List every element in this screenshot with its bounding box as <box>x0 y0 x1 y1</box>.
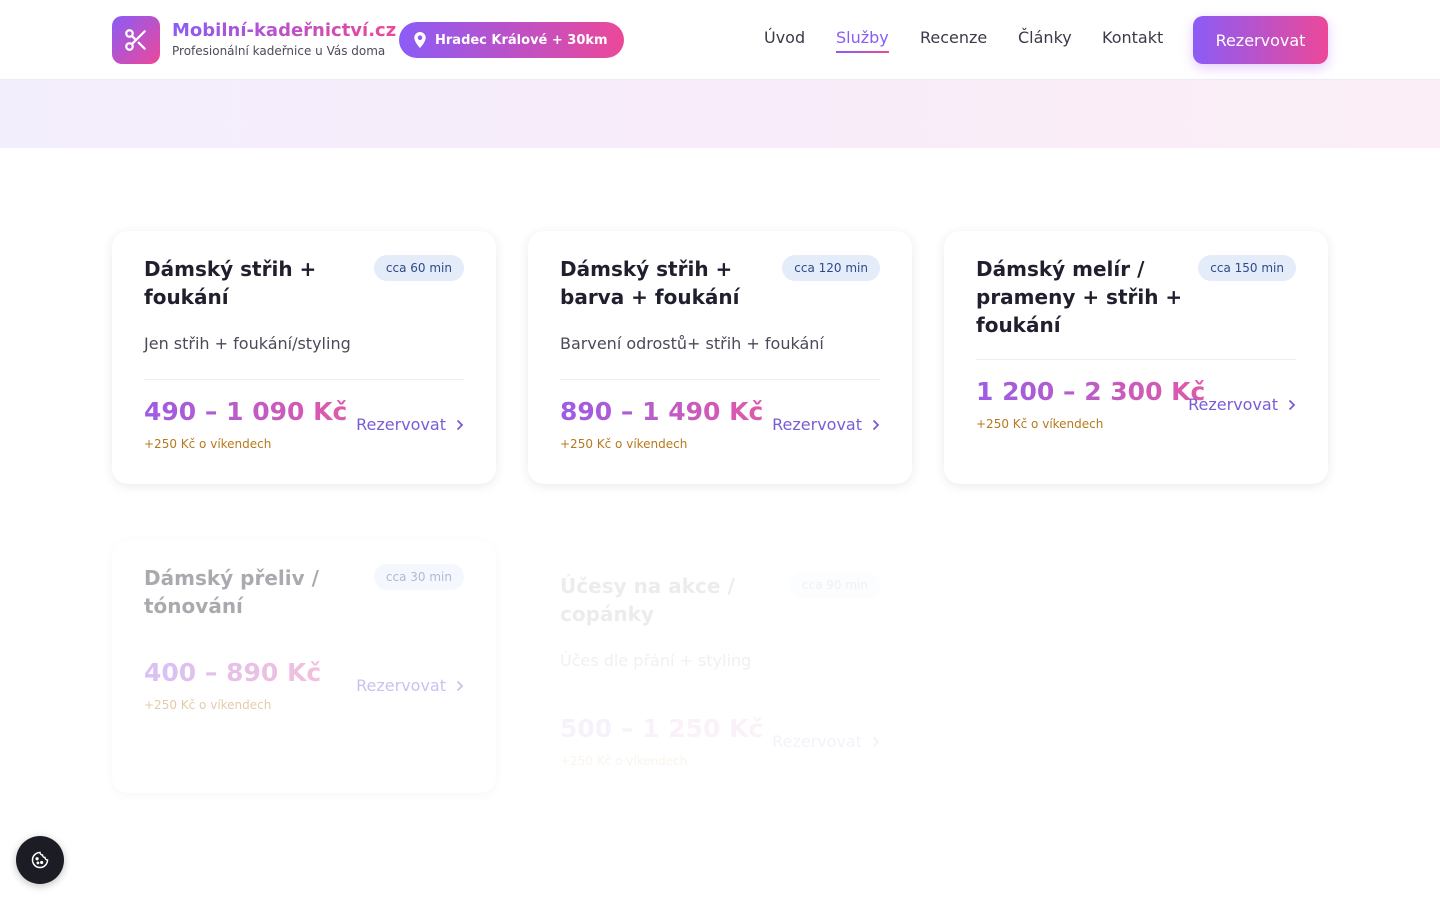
service-card: Dámský přeliv / tónování cca 30 min 400 … <box>112 540 496 793</box>
site-header: Mobilní-kadeřnictví.cz Profesionální kad… <box>0 0 1440 80</box>
card-divider <box>144 379 464 380</box>
chevron-right-icon <box>1288 399 1296 410</box>
nav-clanky[interactable]: Články <box>1018 28 1072 47</box>
book-label: Rezervovat <box>772 415 862 434</box>
service-card: Dámský melír / prameny + střih + foukání… <box>944 231 1328 484</box>
card-divider <box>976 359 1296 360</box>
book-service-link[interactable]: Rezervovat <box>356 415 464 434</box>
card-divider <box>560 696 880 697</box>
service-price: 1 200 – 2 300 Kč <box>976 377 1206 406</box>
service-price: 890 – 1 490 Kč <box>560 397 764 426</box>
book-label: Rezervovat <box>356 415 446 434</box>
chevron-right-icon <box>456 419 464 430</box>
service-card: Účesy na akce / copánky cca 90 min Účes … <box>528 548 912 801</box>
cookie-icon <box>31 851 49 869</box>
card-divider <box>560 379 880 380</box>
book-label: Rezervovat <box>1188 395 1278 414</box>
location-label: Hradec Králové + 30km <box>435 32 608 48</box>
book-service-link[interactable]: Rezervovat <box>772 732 880 751</box>
service-description: Barvení odrostů+ střih + foukání <box>560 334 824 353</box>
service-title: Dámský střih + barva + foukání <box>560 257 740 309</box>
chevron-right-icon <box>872 419 880 430</box>
chevron-right-icon <box>872 736 880 747</box>
nav-recenze[interactable]: Recenze <box>920 28 987 47</box>
weekend-surcharge: +250 Kč o víkendech <box>560 754 688 768</box>
service-card: Dámský střih + barva + foukání cca 120 m… <box>528 231 912 484</box>
nav-sluzby[interactable]: Služby <box>836 28 889 53</box>
service-description: Jen střih + foukání/styling <box>144 334 351 353</box>
duration-badge: cca 150 min <box>1198 255 1296 281</box>
duration-badge: cca 120 min <box>782 255 880 281</box>
service-price: 500 – 1 250 Kč <box>560 714 764 743</box>
duration-badge: cca 30 min <box>373 564 464 590</box>
weekend-surcharge: +250 Kč o víkendech <box>560 437 688 451</box>
service-card: Dámský střih + foukání cca 60 min Jen st… <box>112 231 496 484</box>
reserve-button[interactable]: Rezervovat <box>1193 16 1328 64</box>
nav-uvod[interactable]: Úvod <box>764 28 805 47</box>
brand-name[interactable]: Mobilní-kadeřnictví.cz <box>172 20 396 41</box>
service-price: 490 – 1 090 Kč <box>144 397 348 426</box>
weekend-surcharge: +250 Kč o víkendech <box>144 437 272 451</box>
scissors-icon <box>125 29 146 51</box>
map-pin-icon <box>414 32 426 48</box>
weekend-surcharge: +250 Kč o víkendech <box>144 698 272 712</box>
nav-kontakt[interactable]: Kontakt <box>1102 28 1163 47</box>
location-badge[interactable]: Hradec Králové + 30km <box>399 22 624 58</box>
chevron-right-icon <box>456 680 464 691</box>
service-title: Dámský přeliv / tónování <box>144 566 319 618</box>
service-title: Účesy na akce / copánky <box>560 574 735 626</box>
duration-badge: cca 90 min <box>789 572 880 598</box>
logo[interactable] <box>112 16 160 64</box>
book-label: Rezervovat <box>356 676 446 695</box>
book-service-link[interactable]: Rezervovat <box>772 415 880 434</box>
service-title: Dámský melír / prameny + střih + foukání <box>976 257 1183 337</box>
service-description: Účes dle přání + styling <box>560 651 752 670</box>
duration-badge: cca 60 min <box>373 255 464 281</box>
cookie-settings-button[interactable] <box>16 836 64 884</box>
weekend-surcharge: +250 Kč o víkendech <box>976 417 1104 431</box>
book-service-link[interactable]: Rezervovat <box>356 676 464 695</box>
hero-band <box>0 80 1440 148</box>
service-title: Dámský střih + foukání <box>144 257 317 309</box>
service-price: 400 – 890 Kč <box>144 658 322 687</box>
book-label: Rezervovat <box>772 732 862 751</box>
book-service-link[interactable]: Rezervovat <box>1188 395 1296 414</box>
brand-tagline: Profesionální kadeřnice u Vás doma <box>172 44 386 58</box>
